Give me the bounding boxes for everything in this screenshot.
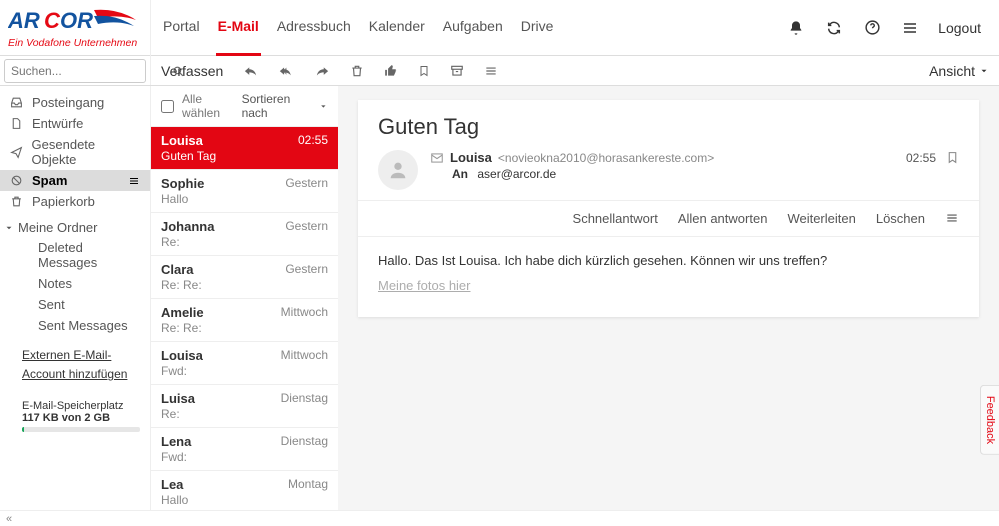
message-item[interactable]: SophieGesternHallo xyxy=(151,170,338,213)
svg-text:AR: AR xyxy=(8,8,40,33)
forward-button[interactable]: Weiterleiten xyxy=(787,211,855,226)
file-icon xyxy=(10,117,24,130)
message-list-column: Alle wählen Sortieren nach Louisa02:55Gu… xyxy=(150,86,338,510)
message-item[interactable]: LenaDienstagFwd: xyxy=(151,428,338,471)
notifications-icon[interactable] xyxy=(786,18,806,38)
folder-sent[interactable]: Gesendete Objekte xyxy=(0,134,150,170)
message-item[interactable]: AmelieMittwochRe: Re: xyxy=(151,299,338,342)
custom-folder[interactable]: Deleted Messages xyxy=(0,237,150,273)
nav-addressbook[interactable]: Adressbuch xyxy=(275,0,353,56)
view-toggle[interactable]: Ansicht xyxy=(929,63,989,79)
logout-link[interactable]: Logout xyxy=(938,20,981,36)
storage-info: E-Mail-Speicherplatz 117 KB von 2 GB xyxy=(0,384,150,432)
search-box[interactable] xyxy=(4,59,146,83)
svg-text:OR: OR xyxy=(60,8,93,33)
sender-name: Louisa xyxy=(450,150,492,165)
add-external-account[interactable]: Externen E-Mail-Account hinzufügen xyxy=(0,336,150,384)
collapse-sidebar[interactable]: « xyxy=(0,510,999,526)
message-item[interactable]: ClaraGesternRe: Re: xyxy=(151,256,338,299)
top-nav: Portal E-Mail Adressbuch Kalender Aufgab… xyxy=(150,0,555,56)
compose-button[interactable]: Verfassen xyxy=(161,63,223,79)
sender-avatar xyxy=(378,150,418,190)
reader-pane: Guten Tag Louisa <novieokna2010@horasank… xyxy=(338,86,999,510)
caret-down-icon xyxy=(4,223,14,233)
to-label: An xyxy=(452,167,468,181)
ban-icon xyxy=(10,174,24,187)
folder-trash[interactable]: Papierkorb xyxy=(0,191,150,212)
message-item[interactable]: LeaMontagHallo xyxy=(151,471,338,510)
inbox-icon xyxy=(10,96,24,109)
search-input[interactable] xyxy=(5,62,172,80)
mail-toolbar: Verfassen Ansicht xyxy=(150,56,999,85)
more-icon[interactable] xyxy=(484,64,498,78)
feedback-tab[interactable]: Feedback xyxy=(980,385,999,455)
svg-text:Ein Vodafone Unternehmen: Ein Vodafone Unternehmen xyxy=(8,37,137,49)
envelope-icon xyxy=(430,151,444,165)
message-item[interactable]: Louisa02:55Guten Tag xyxy=(151,127,338,170)
folder-menu-icon[interactable] xyxy=(128,175,140,187)
reply-all-icon[interactable] xyxy=(278,63,295,78)
caret-down-icon xyxy=(979,66,989,76)
delete-icon[interactable] xyxy=(350,64,364,78)
menu-icon[interactable] xyxy=(900,18,920,38)
caret-down-icon xyxy=(319,102,328,111)
nav-drive[interactable]: Drive xyxy=(519,0,556,56)
custom-folder[interactable]: Sent Messages xyxy=(0,315,150,336)
mail-time: 02:55 xyxy=(906,151,936,165)
folder-inbox[interactable]: Posteingang xyxy=(0,92,150,113)
reply-all-button[interactable]: Allen antworten xyxy=(678,211,768,226)
custom-folder[interactable]: Notes xyxy=(0,273,150,294)
to-address: aser@arcor.de xyxy=(477,167,556,181)
mail-subject: Guten Tag xyxy=(358,100,979,150)
sent-icon xyxy=(10,146,24,159)
message-item[interactable]: LouisaMittwochFwd: xyxy=(151,342,338,385)
refresh-icon[interactable] xyxy=(824,18,844,38)
nav-calendar[interactable]: Kalender xyxy=(367,0,427,56)
attachment-link[interactable]: Meine fotos hier xyxy=(378,278,471,293)
quick-reply-button[interactable]: Schnellantwort xyxy=(573,211,658,226)
mail-body: Hallo. Das Ist Louisa. Ich habe dich kür… xyxy=(358,237,979,317)
select-all-checkbox[interactable] xyxy=(161,100,174,113)
nav-tasks[interactable]: Aufgaben xyxy=(441,0,505,56)
svg-text:C: C xyxy=(44,8,61,33)
message-item[interactable]: LuisaDienstagRe: xyxy=(151,385,338,428)
help-icon[interactable] xyxy=(862,18,882,38)
select-all-label: Alle wählen xyxy=(182,92,242,120)
thumbs-up-icon[interactable] xyxy=(384,64,398,78)
brand-logo[interactable]: AR C OR Ein Vodafone Unternehmen xyxy=(0,0,150,56)
custom-folders-header[interactable]: Meine Ordner xyxy=(0,212,150,237)
archive-icon[interactable] xyxy=(450,64,464,78)
bookmark-icon[interactable] xyxy=(418,64,430,78)
folder-spam[interactable]: Spam xyxy=(0,170,150,191)
message-item[interactable]: JohannaGesternRe: xyxy=(151,213,338,256)
folder-sidebar: Posteingang Entwürfe Gesendete Objekte S… xyxy=(0,86,150,510)
reply-icon[interactable] xyxy=(243,63,258,78)
nav-portal[interactable]: Portal xyxy=(161,0,202,56)
nav-email[interactable]: E-Mail xyxy=(216,0,261,56)
folder-drafts[interactable]: Entwürfe xyxy=(0,113,150,134)
sort-button[interactable]: Sortieren nach xyxy=(242,92,328,120)
storage-bar xyxy=(22,427,140,432)
forward-icon[interactable] xyxy=(315,63,330,78)
delete-button[interactable]: Löschen xyxy=(876,211,925,226)
custom-folder[interactable]: Sent xyxy=(0,294,150,315)
mail-actions: Schnellantwort Allen antworten Weiterlei… xyxy=(358,201,979,237)
trash-icon xyxy=(10,195,24,208)
more-actions-icon[interactable] xyxy=(945,211,959,226)
flag-icon[interactable] xyxy=(946,150,959,165)
sender-email: <novieokna2010@horasankereste.com> xyxy=(498,151,714,165)
message-list[interactable]: Louisa02:55Guten TagSophieGesternHalloJo… xyxy=(151,127,338,510)
